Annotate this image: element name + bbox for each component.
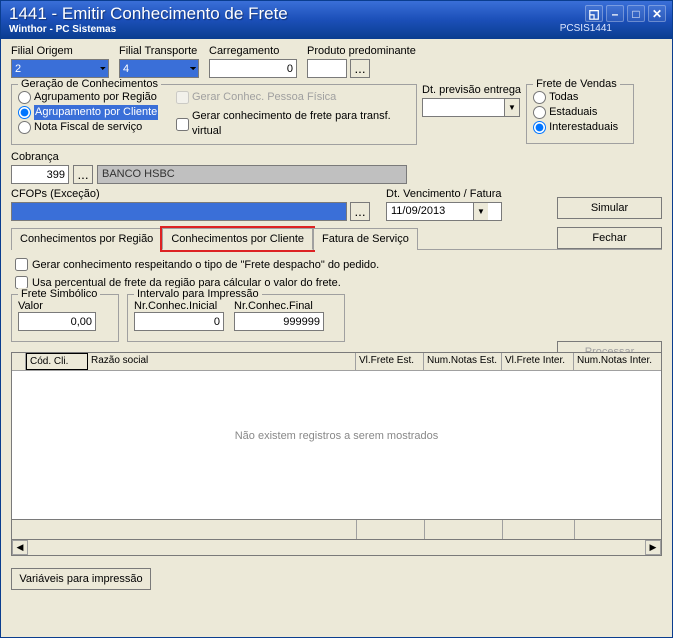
empty-message: Não existem registros a serem mostrados bbox=[235, 430, 439, 442]
filial-transporte-combo[interactable]: 4 bbox=[119, 59, 199, 78]
gerar-transf-virtual-check[interactable] bbox=[176, 118, 189, 131]
cobranca-lookup-button[interactable]: ... bbox=[73, 165, 93, 184]
frete-vendas-legend: Frete de Vendas bbox=[533, 78, 620, 90]
cfops-lookup-button[interactable]: ... bbox=[350, 202, 370, 221]
app-window: 1441 - Emitir Conhecimento de Frete Wint… bbox=[0, 0, 673, 638]
maximize-icon[interactable]: □ bbox=[627, 5, 645, 22]
cobranca-code-input[interactable] bbox=[11, 165, 69, 184]
frete-simbolico-valor-input[interactable] bbox=[18, 312, 96, 331]
variaveis-impressao-button[interactable]: Variáveis para impressão bbox=[11, 568, 151, 590]
conhec-final-input[interactable] bbox=[234, 312, 324, 331]
minimize-icon[interactable]: – bbox=[606, 5, 624, 22]
agrup-regiao-radio[interactable] bbox=[18, 91, 31, 104]
system-id: PCSIS1441 bbox=[560, 23, 612, 34]
cobranca-label: Cobrança bbox=[11, 151, 59, 163]
produto-lookup-button[interactable]: ... bbox=[350, 59, 370, 78]
vencimento-label: Dt. Vencimento / Fatura bbox=[386, 188, 502, 200]
nota-fiscal-servico-radio[interactable] bbox=[18, 121, 31, 134]
restore-icon[interactable]: ◱ bbox=[585, 5, 603, 22]
titlebar: 1441 - Emitir Conhecimento de Frete Wint… bbox=[1, 1, 672, 39]
simular-button[interactable]: Simular bbox=[557, 197, 662, 219]
scroll-left-icon[interactable]: ◀ bbox=[12, 540, 28, 555]
carregamento-label: Carregamento bbox=[209, 45, 297, 57]
previsao-entrega-label: Dt. previsão entrega bbox=[422, 84, 521, 96]
cfops-label: CFOPs (Exceção) bbox=[11, 188, 370, 200]
fv-estaduais-radio[interactable] bbox=[533, 106, 546, 119]
filial-origem-combo[interactable]: 2 bbox=[11, 59, 109, 78]
conhec-inicial-input[interactable] bbox=[134, 312, 224, 331]
produto-predominante-label: Produto predominante bbox=[307, 45, 416, 57]
intervalo-impressao-group: Intervalo para Impressão Nr.Conhec.Inici… bbox=[127, 294, 345, 342]
scroll-right-icon[interactable]: ▶ bbox=[645, 540, 661, 555]
tab-conhec-cliente[interactable]: Conhecimentos por Cliente bbox=[162, 228, 313, 250]
table-footer bbox=[11, 520, 662, 540]
chevron-down-icon[interactable]: ▼ bbox=[473, 203, 488, 220]
fechar-button[interactable]: Fechar bbox=[557, 227, 662, 249]
window-title: 1441 - Emitir Conhecimento de Frete bbox=[9, 4, 664, 24]
cobranca-bank-display: BANCO HSBC bbox=[97, 165, 407, 184]
gerar-pessoa-fisica-check bbox=[176, 91, 189, 104]
agrup-cliente-radio[interactable] bbox=[18, 106, 31, 119]
col-cod-cli[interactable]: Cód. Cli. bbox=[26, 353, 88, 370]
tab-fatura-servico[interactable]: Fatura de Serviço bbox=[313, 228, 418, 250]
filial-transporte-label: Filial Transporte bbox=[119, 45, 199, 57]
tab-conhec-regiao[interactable]: Conhecimentos por Região bbox=[11, 228, 162, 250]
col-vl-frete-inter[interactable]: Vl.Frete Inter. bbox=[502, 353, 574, 370]
col-razao-social[interactable]: Razão social bbox=[88, 353, 356, 370]
chevron-down-icon[interactable]: ▼ bbox=[504, 99, 519, 116]
carregamento-input[interactable] bbox=[209, 59, 297, 78]
col-num-notas-inter[interactable]: Num.Notas Inter. bbox=[574, 353, 661, 370]
filial-origem-label: Filial Origem bbox=[11, 45, 109, 57]
horizontal-scrollbar[interactable]: ◀ ▶ bbox=[11, 540, 662, 556]
geracao-group: Geração de Conhecimentos Agrupamento por… bbox=[11, 84, 417, 145]
frete-vendas-group: Frete de Vendas Todas Estaduais Interest… bbox=[526, 84, 634, 144]
produto-predominante-input[interactable] bbox=[307, 59, 347, 78]
geracao-legend: Geração de Conhecimentos bbox=[18, 78, 161, 90]
previsao-entrega-combo[interactable]: ▼ bbox=[422, 98, 520, 117]
vencimento-date-combo[interactable]: 11/09/2013 ▼ bbox=[386, 202, 502, 221]
col-vl-frete-est[interactable]: Vl.Frete Est. bbox=[356, 353, 424, 370]
fv-todas-radio[interactable] bbox=[533, 91, 546, 104]
gerar-frete-despacho-check[interactable] bbox=[15, 258, 28, 271]
result-table: Cód. Cli. Razão social Vl.Frete Est. Num… bbox=[11, 352, 662, 520]
fv-interestaduais-radio[interactable] bbox=[533, 121, 546, 134]
close-icon[interactable]: ✕ bbox=[648, 5, 666, 22]
frete-simbolico-group: Frete Simbólico Valor bbox=[11, 294, 119, 342]
col-num-notas-est[interactable]: Num.Notas Est. bbox=[424, 353, 502, 370]
cfops-input[interactable] bbox=[11, 202, 347, 221]
